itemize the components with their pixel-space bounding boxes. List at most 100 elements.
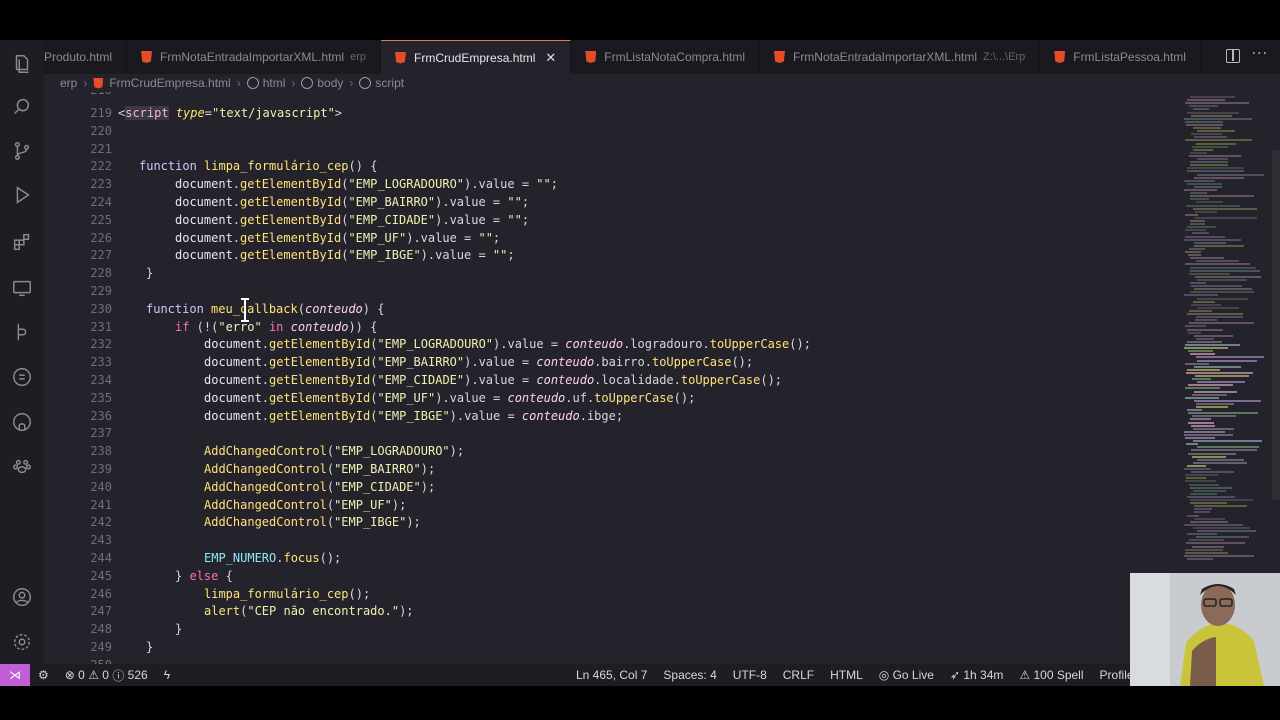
line-number: 233 xyxy=(90,355,112,370)
minimap-line xyxy=(1196,402,1234,405)
code-line[interactable]: document.getElementById("EMP_CIDADE").va… xyxy=(175,211,529,229)
code-line[interactable]: document.getElementById("EMP_IBGE").valu… xyxy=(204,407,623,425)
minimap-line xyxy=(1185,102,1249,105)
scrollbar[interactable] xyxy=(1272,150,1280,500)
minimap-line xyxy=(1187,167,1243,170)
code-line[interactable]: AddChangedControl("EMP_CIDADE"); xyxy=(204,478,435,496)
minimap-line xyxy=(1185,551,1228,554)
json-icon[interactable] xyxy=(10,365,34,389)
code-line[interactable]: AddChangedControl("EMP_LOGRADOURO"); xyxy=(204,442,464,460)
minimap-line xyxy=(1185,325,1206,328)
time-tracker[interactable]: ➶ 1h 34m xyxy=(942,668,1011,682)
minimap-line xyxy=(1187,340,1222,343)
minimap-line xyxy=(1190,492,1217,495)
minimap-line xyxy=(1186,204,1240,207)
code-line[interactable]: } xyxy=(146,264,153,282)
code-editor[interactable]: 218 219 <script type="text/javascript"> 22… xyxy=(44,92,1164,664)
go-live-label: Go Live xyxy=(892,668,934,682)
breadcrumb-item[interactable]: script xyxy=(375,76,404,90)
minimap-line xyxy=(1184,468,1211,470)
code-line[interactable]: AddChangedControl("EMP_BAIRRO"); xyxy=(204,460,435,478)
tab-produto[interactable]: Produto.html xyxy=(44,40,128,74)
breadcrumb-item[interactable]: body xyxy=(317,76,343,90)
go-live-button[interactable]: ◎ Go Live xyxy=(871,668,942,682)
code-line[interactable]: document.getElementById("EMP_UF").value … xyxy=(175,229,500,247)
minimap-line xyxy=(1190,520,1228,523)
paw-icon[interactable] xyxy=(10,454,34,478)
code-line[interactable]: <script type="text/javascript"> xyxy=(118,104,342,122)
code-line[interactable]: EMP_NUMERO.focus(); xyxy=(204,549,341,567)
settings-gear-icon[interactable] xyxy=(10,630,34,654)
minimap-line xyxy=(1190,220,1205,222)
code-line[interactable]: } else { xyxy=(175,567,233,585)
source-control-icon[interactable] xyxy=(10,139,34,163)
minimap-line xyxy=(1197,278,1247,281)
minimap-line xyxy=(1188,331,1201,334)
account-icon[interactable] xyxy=(10,585,34,609)
code-line[interactable]: document.getElementById("EMP_BAIRRO").va… xyxy=(175,193,529,211)
code-line[interactable]: document.getElementById("EMP_BAIRRO").va… xyxy=(204,353,753,371)
minimap-line xyxy=(1187,464,1206,467)
cursor-position[interactable]: Ln 465, Col 7 xyxy=(568,668,655,682)
line-number: 242 xyxy=(90,515,112,530)
tab-frmlistanotacompra[interactable]: FrmListaNotaCompra.html xyxy=(571,40,760,74)
minimap-line xyxy=(1191,303,1221,306)
minimap-line xyxy=(1197,297,1248,300)
line-ending[interactable]: CRLF xyxy=(775,668,822,682)
sync-icon[interactable]: ⚙ xyxy=(30,668,57,682)
minimap-line xyxy=(1186,542,1245,545)
minimap-line xyxy=(1184,433,1233,436)
indentation[interactable]: Spaces: 4 xyxy=(655,668,724,682)
code-line[interactable]: document.getElementById("EMP_UF").value … xyxy=(204,389,695,407)
breadcrumb-item[interactable]: erp xyxy=(60,76,77,90)
code-line[interactable]: AddChangedControl("EMP_IBGE"); xyxy=(204,513,421,531)
code-line[interactable]: document.getElementById("EMP_IBGE").valu… xyxy=(175,246,515,264)
code-line[interactable]: function limpa_formulário_cep() { xyxy=(139,157,377,175)
code-line[interactable]: limpa_formulário_cep(); xyxy=(204,585,370,603)
breadcrumb-item[interactable]: html xyxy=(263,76,286,90)
line-number: 225 xyxy=(90,212,112,227)
minimap-line xyxy=(1185,120,1223,123)
code-line[interactable]: document.getElementById("EMP_LOGRADOURO"… xyxy=(175,175,558,193)
line-number: 219 xyxy=(90,106,112,120)
minimap-line xyxy=(1197,306,1239,309)
code-line[interactable]: } xyxy=(175,620,182,638)
extensions-icon[interactable] xyxy=(10,230,34,254)
minimap-line xyxy=(1197,359,1257,362)
split-editor-icon[interactable] xyxy=(1226,49,1240,63)
tab-frmcrudempresa[interactable]: FrmCrudEmpresa.html ✕ xyxy=(381,40,572,74)
minimap-line xyxy=(1190,418,1211,421)
explorer-icon[interactable] xyxy=(10,52,34,76)
tab-frmnotaentradaimportarxml-erp[interactable]: FrmNotaEntradaImportarXML.html erp xyxy=(127,40,382,74)
live-share-icon[interactable]: ϟ xyxy=(156,668,178,682)
remote-explorer-icon[interactable] xyxy=(10,276,34,300)
bootstrap-icon[interactable] xyxy=(10,320,34,344)
minimap-line xyxy=(1187,182,1222,185)
line-number: 237 xyxy=(90,426,112,441)
encoding[interactable]: UTF-8 xyxy=(725,668,775,682)
line-number: 249 xyxy=(90,640,112,654)
tab-frmlistapessoa[interactable]: FrmListaPessoa.html xyxy=(1040,40,1201,74)
minimap-line xyxy=(1187,170,1244,173)
minimap-line xyxy=(1190,499,1253,501)
spell-checker[interactable]: ⚠ 100 Spell xyxy=(1011,668,1091,682)
minimap-line xyxy=(1185,344,1240,346)
more-actions-icon[interactable]: ··· xyxy=(1252,46,1268,62)
github-icon[interactable] xyxy=(10,410,34,434)
search-icon[interactable] xyxy=(10,95,34,119)
run-debug-icon[interactable] xyxy=(10,183,34,207)
code-line[interactable]: AddChangedControl("EMP_UF"); xyxy=(204,496,406,514)
close-icon[interactable]: ✕ xyxy=(545,50,556,66)
minimap-line xyxy=(1190,486,1232,489)
code-line[interactable]: } xyxy=(146,638,153,656)
code-line[interactable]: if (!("erro" in conteudo)) { xyxy=(175,318,377,336)
remote-indicator-icon[interactable]: ⋊ xyxy=(0,664,30,686)
language-mode[interactable]: HTML xyxy=(822,668,871,682)
breadcrumb-item[interactable]: FrmCrudEmpresa.html xyxy=(109,76,230,90)
code-line[interactable]: document.getElementById("EMP_CIDADE").va… xyxy=(204,371,782,389)
code-line[interactable]: document.getElementById("EMP_LOGRADOURO"… xyxy=(204,335,811,353)
code-line[interactable]: alert("CEP não encontrado."); xyxy=(204,602,414,620)
code-line[interactable]: function meu_callback(conteudo) { xyxy=(146,300,384,318)
tab-frmnotaentradaimportarxml-z[interactable]: FrmNotaEntradaImportarXML.html Z:\...\Er… xyxy=(760,40,1041,74)
problems-indicator[interactable]: ⊗ 0 ⚠ 0 ⓘ 526 xyxy=(57,667,156,684)
